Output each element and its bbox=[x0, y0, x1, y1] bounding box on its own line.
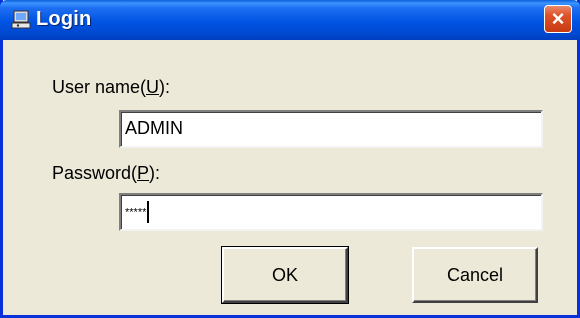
ok-button[interactable]: OK bbox=[221, 246, 349, 304]
close-icon: × bbox=[551, 6, 565, 31]
password-masked-value: ***** bbox=[125, 206, 147, 219]
username-input[interactable]: ADMIN bbox=[119, 110, 543, 148]
password-accel-key: P bbox=[137, 163, 150, 183]
title-bar[interactable]: Login × bbox=[0, 0, 580, 40]
cancel-button[interactable]: Cancel bbox=[412, 247, 538, 303]
username-accel-key: U bbox=[146, 77, 160, 97]
username-label: User name(U): bbox=[52, 77, 171, 97]
password-input[interactable]: ***** bbox=[119, 193, 543, 231]
computer-user-icon bbox=[11, 10, 31, 29]
text-caret bbox=[147, 201, 150, 224]
window-title: Login bbox=[36, 8, 92, 30]
login-dialog: Login × User name(U): ADMIN Password(P):… bbox=[0, 0, 580, 318]
password-label: Password(P): bbox=[52, 163, 161, 183]
close-button[interactable]: × bbox=[544, 5, 572, 33]
